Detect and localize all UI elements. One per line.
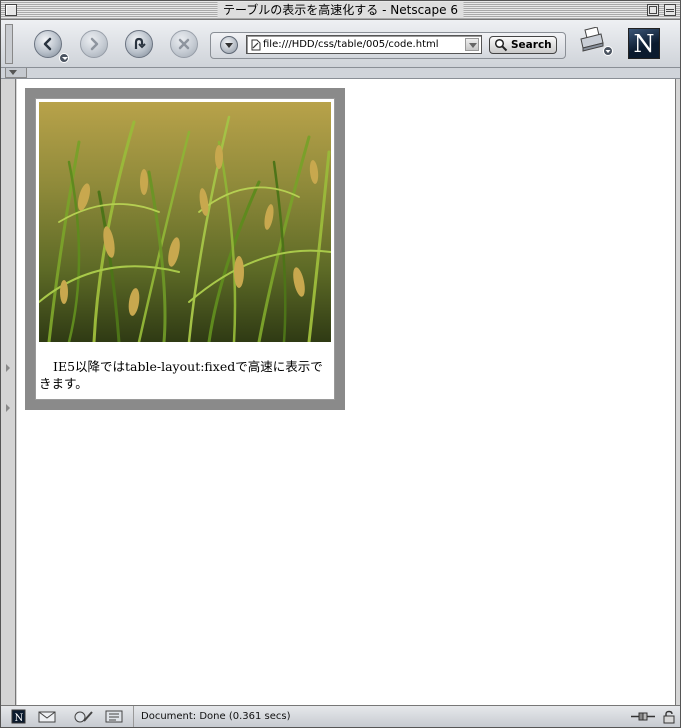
reload-icon: [134, 37, 146, 49]
navigator-icon[interactable]: N: [11, 709, 26, 724]
close-box[interactable]: [5, 4, 17, 16]
rice-field-photo: [39, 102, 331, 342]
reload-button[interactable]: [125, 30, 153, 58]
page-content: IE5以降ではtable-layout:fixedで高速に表示できます。: [17, 79, 676, 705]
forward-icon: [90, 37, 99, 51]
magnifier-icon: [494, 38, 508, 52]
url-input[interactable]: [263, 37, 459, 52]
netscape-logo[interactable]: N: [628, 28, 660, 59]
status-right-icons: [630, 709, 676, 724]
figure-cell: IE5以降ではtable-layout:fixedで高速に表示できます。: [35, 98, 335, 400]
mail-icon[interactable]: [38, 709, 56, 724]
figure-caption: IE5以降ではtable-layout:fixedで高速に表示できます。: [39, 359, 323, 391]
title-bar[interactable]: テーブルの表示を高速化する - Netscape 6: [1, 1, 680, 20]
forward-button[interactable]: [80, 30, 108, 58]
print-icon: [580, 26, 613, 56]
browser-window: テーブルの表示を高速化する - Netscape 6 Searc: [0, 0, 681, 728]
expand-toolbar-tab[interactable]: [5, 68, 27, 78]
address-book-icon[interactable]: [104, 709, 124, 724]
url-dropdown-arrow[interactable]: [465, 38, 479, 51]
back-button[interactable]: [34, 30, 62, 58]
back-icon: [43, 37, 52, 51]
search-label: Search: [511, 39, 552, 51]
collapsed-toolbar-strip: [1, 68, 680, 79]
status-bar: N Document: Done (0.361 secs): [1, 705, 680, 727]
window-title: テーブルの表示を高速化する - Netscape 6: [217, 2, 464, 18]
collapse-box[interactable]: [664, 4, 676, 16]
status-text: Document: Done (0.361 secs): [133, 706, 291, 727]
online-plug-icon[interactable]: [630, 710, 656, 723]
page-icon: [251, 39, 261, 51]
toolbar-grip[interactable]: [5, 24, 13, 64]
stop-icon: [178, 38, 190, 50]
url-field[interactable]: [246, 35, 482, 54]
back-history-dropdown[interactable]: [59, 53, 69, 63]
security-lock-icon[interactable]: [662, 710, 676, 724]
zoom-box[interactable]: [647, 4, 659, 16]
url-history-button[interactable]: [220, 36, 238, 54]
logo-letter: N: [633, 30, 655, 58]
sidebar-grip[interactable]: [1, 79, 16, 705]
search-button[interactable]: Search: [489, 36, 557, 54]
sidebar-toggle[interactable]: [5, 364, 11, 418]
stop-button[interactable]: [170, 30, 198, 58]
svg-text:N: N: [15, 713, 24, 724]
print-button[interactable]: [579, 26, 613, 57]
composer-icon[interactable]: [74, 709, 94, 724]
figure-table: IE5以降ではtable-layout:fixedで高速に表示できます。: [25, 88, 345, 410]
